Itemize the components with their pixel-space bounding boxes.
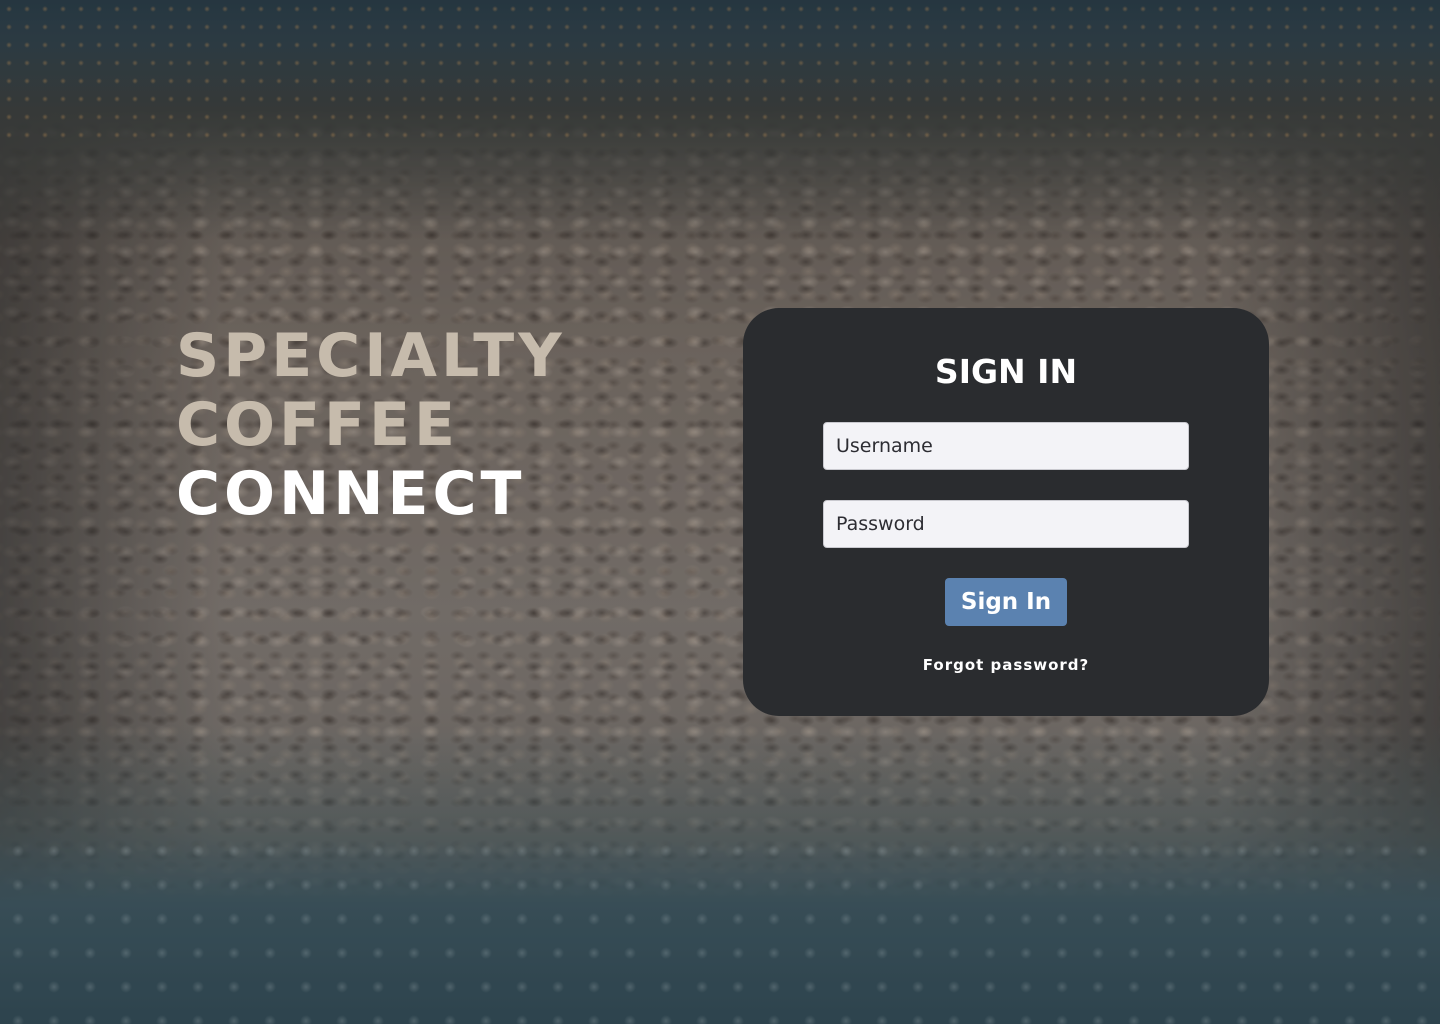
- sign-in-button[interactable]: Sign In: [945, 578, 1067, 626]
- sign-in-card: SIGN IN Sign In Forgot password?: [743, 308, 1269, 716]
- sign-in-title: SIGN IN: [934, 352, 1078, 391]
- brand-line-specialty: SPECIALTY: [176, 321, 566, 391]
- password-input[interactable]: [823, 500, 1189, 548]
- username-input[interactable]: [823, 422, 1189, 470]
- forgot-password-link[interactable]: Forgot password?: [743, 656, 1269, 674]
- brand-line-connect: CONNECT: [176, 459, 526, 529]
- brand-line-coffee: COFFEE: [176, 390, 459, 460]
- brand-heading: SPECIALTY COFFEE CONNECT: [176, 322, 566, 529]
- login-page: SPECIALTY COFFEE CONNECT SIGN IN Sign In…: [0, 0, 1440, 1024]
